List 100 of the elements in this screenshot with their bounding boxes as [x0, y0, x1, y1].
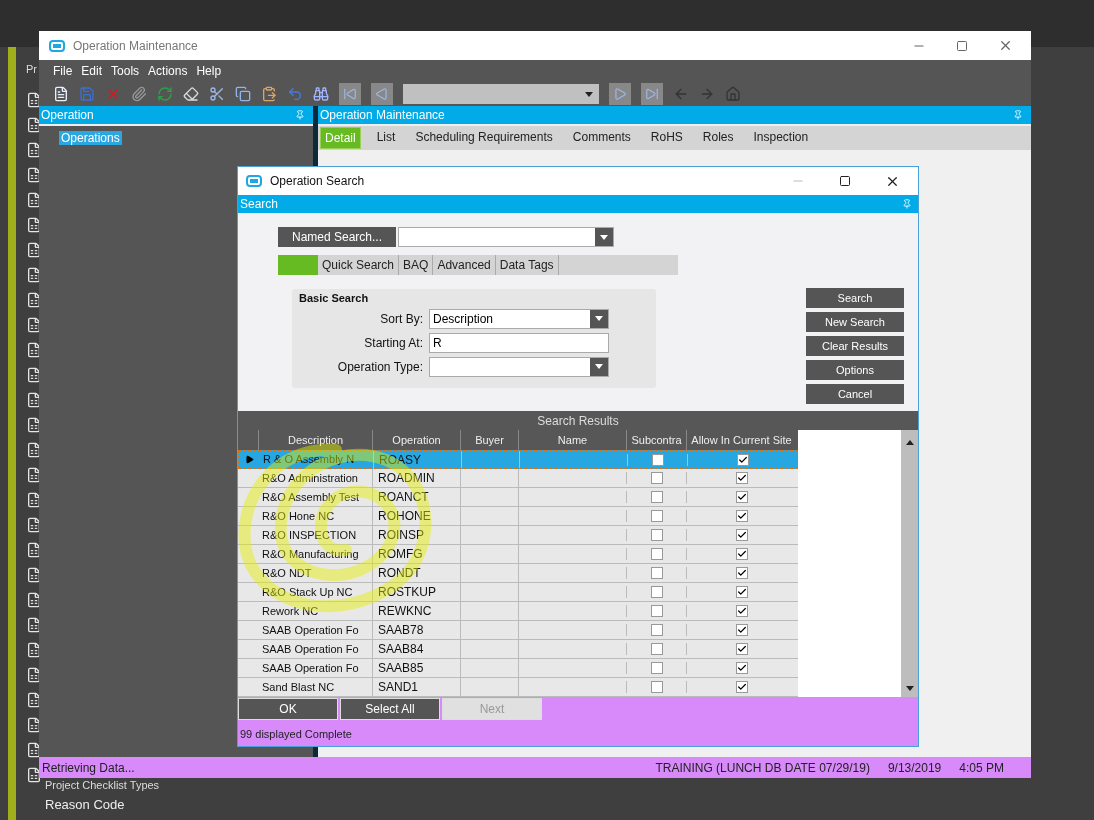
named-search-button[interactable]: Named Search...	[278, 227, 396, 247]
menu-item[interactable]: Actions	[148, 62, 188, 80]
dropdown-field[interactable]	[429, 356, 609, 377]
checkbox[interactable]	[735, 567, 748, 579]
tab[interactable]: BAQ	[399, 255, 434, 275]
maximize-icon[interactable]	[839, 175, 851, 187]
side-button[interactable]: Options	[806, 360, 904, 380]
checkbox[interactable]	[650, 529, 663, 541]
table-cell: ROINSP	[372, 526, 460, 544]
background-item[interactable]: Project Checklist Types	[45, 779, 160, 792]
tab[interactable]: Comments	[568, 127, 635, 149]
dropdown-button[interactable]	[595, 228, 613, 246]
cut-icon[interactable]	[209, 86, 225, 102]
input-field[interactable]: R	[429, 332, 609, 353]
checkbox[interactable]	[650, 643, 663, 655]
checkbox[interactable]	[735, 624, 748, 636]
checkbox[interactable]	[651, 453, 664, 466]
checkbox[interactable]	[735, 491, 748, 503]
check-icon	[736, 587, 747, 597]
menu-item[interactable]: Edit	[81, 62, 103, 80]
navigation-button[interactable]	[339, 83, 361, 105]
tab[interactable]: Data Tags	[495, 255, 559, 275]
dropdown-field[interactable]: Description	[429, 308, 609, 329]
checkbox[interactable]	[736, 453, 749, 466]
navigation-button[interactable]	[609, 83, 631, 105]
row-pointer-icon	[244, 455, 254, 464]
menu-item[interactable]: Help	[196, 62, 222, 80]
pane-title: Operation	[41, 107, 94, 124]
tab[interactable]: RoHS	[646, 127, 687, 149]
table-row[interactable]: Rework NC REWKNC	[238, 602, 798, 621]
undo-icon[interactable]	[287, 86, 303, 102]
checkbox[interactable]	[735, 529, 748, 541]
table-row[interactable]: R&O NDT RONDT	[238, 564, 798, 583]
scroll-up-icon[interactable]	[905, 440, 914, 445]
dialog-button[interactable]: OK	[238, 698, 338, 720]
checkbox[interactable]	[735, 681, 748, 693]
checkbox[interactable]	[735, 472, 748, 484]
table-row[interactable]: R&O Manufacturing ROMFG	[238, 545, 798, 564]
scroll-down-icon[interactable]	[905, 686, 914, 691]
checkbox[interactable]	[735, 510, 748, 522]
table-cell: ROMFG	[372, 545, 460, 563]
side-button[interactable]: Clear Results	[806, 336, 904, 356]
save-icon[interactable]	[79, 86, 95, 102]
dropdown-button[interactable]	[590, 309, 608, 328]
table-row[interactable]: R&O INSPECTION ROINSP	[238, 526, 798, 545]
forward-icon[interactable]	[699, 86, 715, 102]
checkbox[interactable]	[735, 662, 748, 674]
tab[interactable]: Advanced	[433, 255, 496, 275]
table-row[interactable]: R&O Administration ROADMIN	[238, 469, 798, 488]
navigation-button[interactable]	[371, 83, 393, 105]
background-item[interactable]: Pr	[26, 61, 37, 78]
side-button[interactable]: New Search	[806, 312, 904, 332]
pin-icon[interactable]	[1013, 110, 1023, 120]
checkbox[interactable]	[650, 472, 663, 484]
checkbox[interactable]	[650, 491, 663, 503]
dropdown-button[interactable]	[590, 357, 608, 376]
pin-icon[interactable]	[902, 199, 912, 209]
tab[interactable]: Quick Search	[318, 255, 400, 275]
checkbox[interactable]	[735, 548, 748, 560]
checkbox[interactable]	[735, 605, 748, 617]
refresh-icon[interactable]	[157, 86, 173, 102]
checkbox[interactable]	[650, 548, 663, 560]
dialog-button[interactable]: Select All	[340, 698, 440, 720]
checkbox[interactable]	[650, 605, 663, 617]
checkbox[interactable]	[650, 681, 663, 693]
home-icon[interactable]	[725, 86, 741, 102]
table-row[interactable]: SAAB Operation Fo SAAB85	[238, 659, 798, 678]
navigation-button[interactable]	[641, 83, 663, 105]
table-row[interactable]: R&O Assembly Test ROANCT	[238, 488, 798, 507]
tab[interactable]: Roles	[698, 127, 738, 149]
eraser-icon[interactable]	[183, 86, 199, 102]
tab[interactable]: Inspection	[749, 127, 813, 149]
table-row[interactable]: R&O Stack Up NC ROSTKUP	[238, 583, 798, 602]
table-row[interactable]: Sand Blast NC SAND1	[238, 678, 798, 697]
pin-icon[interactable]	[295, 110, 305, 120]
checkbox[interactable]	[650, 624, 663, 636]
table-row[interactable]: SAAB Operation Fo SAAB78	[238, 621, 798, 640]
menu-item[interactable]: Tools	[111, 62, 140, 80]
checkbox[interactable]	[735, 643, 748, 655]
named-search-dropdown[interactable]	[398, 227, 614, 247]
back-icon[interactable]	[673, 86, 689, 102]
checkbox[interactable]	[650, 567, 663, 579]
side-button[interactable]: Cancel	[806, 384, 904, 404]
menu-item[interactable]: File	[53, 62, 73, 80]
checkbox[interactable]	[650, 662, 663, 674]
table-row[interactable]: R&O Hone NC ROHONE	[238, 507, 798, 526]
new-document-icon[interactable]	[53, 86, 69, 102]
checkbox[interactable]	[735, 586, 748, 598]
paste-icon[interactable]	[261, 86, 277, 102]
checkbox[interactable]	[650, 586, 663, 598]
table-row[interactable]: SAAB Operation Fo SAAB84	[238, 640, 798, 659]
tab[interactable]: Scheduling Requirements	[411, 127, 557, 149]
scrollbar[interactable]	[901, 430, 918, 697]
search-icon[interactable]	[313, 86, 329, 102]
tab[interactable]: List	[372, 127, 400, 149]
copy-icon[interactable]	[235, 86, 251, 102]
checkbox[interactable]	[650, 510, 663, 522]
paperclip-icon[interactable]	[131, 86, 147, 102]
background-item[interactable]: Reason Code	[45, 795, 125, 815]
side-button[interactable]: Search	[806, 288, 904, 308]
